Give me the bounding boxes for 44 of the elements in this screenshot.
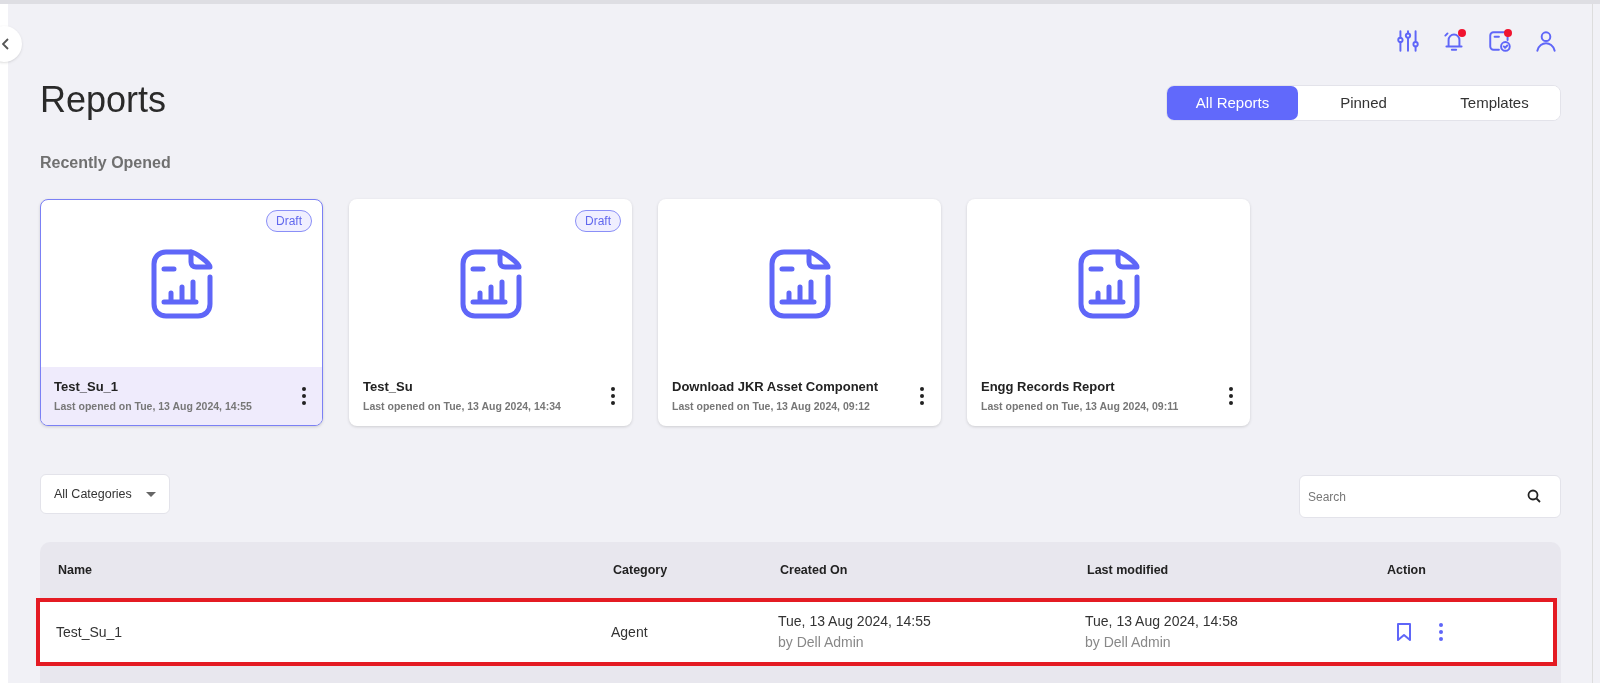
- card-title: Test_Su_1: [54, 378, 120, 397]
- report-card[interactable]: Draft Test_Su_1 Last opened on Tue, 13 Aug 2024, 14:55: [40, 199, 323, 426]
- card-title: Download JKR Asset Component: [672, 378, 879, 397]
- report-document-icon: [1077, 248, 1140, 319]
- report-card[interactable]: Draft Test_Su Last opened on Tue, 13 Aug 2024, 14:34: [349, 199, 632, 426]
- card-subtitle: Last opened on Tue, 13 Aug 2024, 14:34: [363, 398, 561, 414]
- page-title: Reports: [40, 82, 167, 118]
- caret-down-icon: [145, 491, 156, 497]
- sliders-icon[interactable]: [1395, 28, 1421, 54]
- table-row[interactable]: Test_Su_1 Agent Tue, 13 Aug 2024, 14:55 by Dell Admin Tue, 13 Aug 2024, 14:58 by Dell Admin: [36, 598, 1557, 666]
- card-subtitle: Last opened on Tue, 13 Aug 2024, 09:12: [672, 398, 871, 414]
- column-header: Last modified: [1087, 561, 1170, 579]
- report-document-icon: [459, 248, 522, 319]
- report-document-icon: [768, 248, 831, 319]
- report-card[interactable]: Download JKR Asset Component Last opened on Tue, 13 Aug 2024, 09:12: [658, 199, 941, 426]
- draft-badge: Draft: [266, 210, 312, 232]
- chevron-left-icon: [2, 38, 10, 50]
- card-subtitle: Last opened on Tue, 13 Aug 2024, 09:11: [981, 398, 1179, 414]
- card-title: Test_Su: [363, 378, 414, 397]
- table-cell-text: Tue, 13 Aug 2024, 14:58: [1085, 612, 1239, 631]
- category-dropdown[interactable]: All Categories: [40, 474, 170, 514]
- search-field[interactable]: Search: [1299, 475, 1561, 518]
- bookmark-button[interactable]: [1395, 621, 1413, 643]
- column-header: Created On: [780, 561, 849, 579]
- draft-badge: Draft: [575, 210, 621, 232]
- bookmark-icon: [1397, 623, 1411, 641]
- table-cell-text: Test_Su_1: [56, 622, 124, 642]
- report-document-icon: [150, 248, 213, 319]
- card-subtitle: Last opened on Tue, 13 Aug 2024, 14:55: [54, 398, 252, 414]
- author-text: by Dell Admin: [1085, 633, 1172, 652]
- table-cell-text: Agent: [611, 622, 649, 642]
- table-cell-text: Tue, 13 Aug 2024, 14:55: [778, 612, 932, 631]
- author-text: by Dell Admin: [778, 633, 865, 652]
- card-title: Engg Records Report: [981, 378, 1116, 397]
- tab[interactable]: All Reports: [1167, 86, 1298, 120]
- report-card[interactable]: Engg Records Report Last opened on Tue, 13 Aug 2024, 09:11: [967, 199, 1250, 426]
- user-icon[interactable]: [1533, 28, 1559, 54]
- bell-icon[interactable]: [1441, 28, 1467, 54]
- column-header: Action: [1387, 561, 1427, 579]
- column-header: Category: [613, 561, 669, 579]
- calendar-check-icon[interactable]: [1487, 28, 1513, 54]
- search-icon: [1527, 489, 1541, 503]
- section-heading: Recently Opened: [40, 153, 172, 173]
- column-header: Name: [58, 561, 94, 579]
